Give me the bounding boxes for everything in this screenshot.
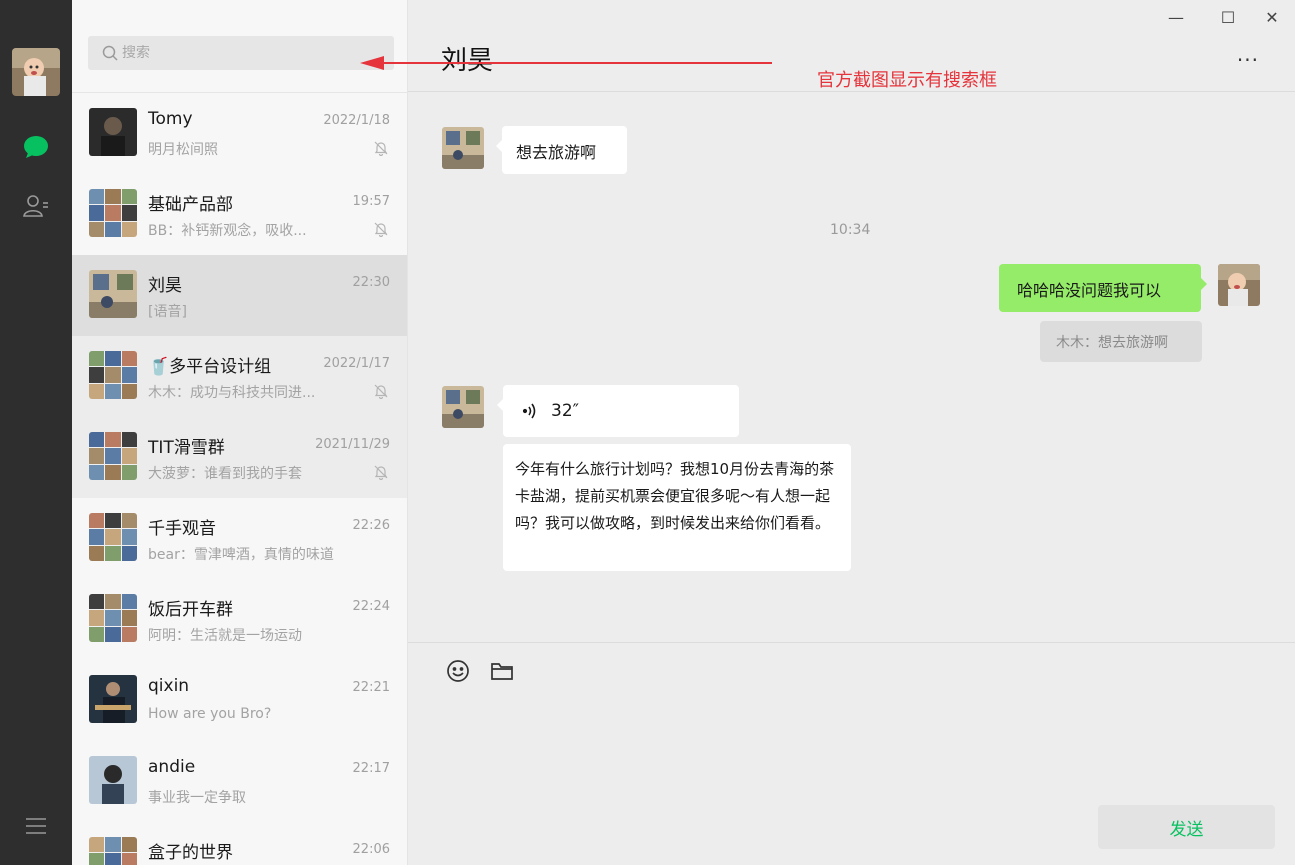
conversation-item[interactable]: andie 22:17 事业我一定争取 <box>72 741 407 822</box>
message-timestamp: 10:34 <box>830 222 871 238</box>
conversation-item[interactable]: 🥤多平台设计组 2022/1/17 木木：成功与科技共同进... <box>72 336 407 417</box>
nav-rail <box>0 0 72 865</box>
conversation-avatar <box>89 270 137 318</box>
message-text: 哈哈哈没问题我可以 <box>1017 281 1162 300</box>
conversation-name: TIT滑雪群 <box>148 438 225 458</box>
quote-text: 木木：想去旅游啊 <box>1056 335 1168 351</box>
conversation-name: qixin <box>148 676 190 696</box>
conversation-time: 22:06 <box>352 842 390 857</box>
contact-avatar[interactable] <box>442 127 484 169</box>
send-button[interactable]: 发送 <box>1098 805 1275 849</box>
conversation-preview: bear：雪津啤酒，真情的味道 <box>148 547 334 563</box>
conversation-name: 盒子的世界 <box>148 843 233 863</box>
minimize-button[interactable]: — <box>1165 6 1187 28</box>
conversation-avatar <box>89 513 137 561</box>
conversation-preview: 大菠萝：谁看到我的手套 <box>148 466 302 482</box>
conversation-item[interactable]: Tomy 2022/1/18 明月松间照 <box>72 93 407 174</box>
chat-pane: 刘昊 ··· — ☐ ✕ 想去旅游啊 10:34 哈哈哈没问题我可以 木木：想去… <box>408 0 1295 865</box>
conversation-preview: 明月松间照 <box>148 142 218 158</box>
conversation-items: Tomy 2022/1/18 明月松间照基础产品部 19:57 BB：补钙新观念，吸收.… <box>72 93 407 865</box>
conversation-avatar <box>89 432 137 480</box>
search-icon <box>102 45 118 61</box>
message-area: 想去旅游啊 10:34 哈哈哈没问题我可以 木木：想去旅游啊 32″ 今年有什么… <box>408 93 1295 641</box>
conversation-name: 千手观音 <box>148 519 216 539</box>
message-bubble-outgoing[interactable]: 哈哈哈没问题我可以 <box>999 264 1207 312</box>
conversation-item[interactable]: 基础产品部 19:57 BB：补钙新观念，吸收... <box>72 174 407 255</box>
maximize-button[interactable]: ☐ <box>1217 6 1239 28</box>
conversation-item[interactable]: 盒子的世界 22:06 <box>72 822 407 865</box>
conversation-avatar <box>89 351 137 399</box>
voice-message-bubble[interactable]: 32″ <box>497 385 739 437</box>
conversation-time: 2022/1/18 <box>323 113 390 128</box>
conversation-name: Tomy <box>148 109 193 129</box>
contacts-nav-icon[interactable] <box>22 192 50 220</box>
conversation-name: 🥤多平台设计组 <box>148 357 272 377</box>
my-message-avatar[interactable] <box>1218 264 1260 306</box>
conversation-avatar <box>89 756 137 804</box>
message-input[interactable] <box>438 703 1268 793</box>
mute-bell-icon <box>373 464 389 481</box>
voice-wave-icon <box>522 403 536 419</box>
annotation-label: 官方截图显示有搜索框 <box>817 70 997 91</box>
mute-bell-icon <box>373 140 389 157</box>
conversation-time: 22:17 <box>352 761 390 776</box>
conversation-avatar <box>89 675 137 723</box>
mute-bell-icon <box>373 221 389 238</box>
message-bubble-incoming[interactable]: 今年有什么旅行计划吗？我想10月份去青海的茶卡盐湖，提前买机票会便宜很多呢～有人… <box>503 444 851 571</box>
conversation-preview: [语音] <box>148 304 187 320</box>
quoted-reply[interactable]: 木木：想去旅游啊 <box>1040 321 1202 362</box>
conversation-preview: 事业我一定争取 <box>148 790 246 806</box>
conversation-name: 基础产品部 <box>148 195 233 215</box>
message-text: 想去旅游啊 <box>516 143 597 162</box>
wechat-window: Tomy 2022/1/18 明月松间照基础产品部 19:57 BB：补钙新观念，吸收.… <box>0 0 1295 865</box>
conversation-time: 22:26 <box>352 518 390 533</box>
conversation-list: Tomy 2022/1/18 明月松间照基础产品部 19:57 BB：补钙新观念，吸收.… <box>72 0 408 865</box>
conversation-preview: How are you Bro? <box>148 706 272 722</box>
conversation-avatar <box>89 594 137 642</box>
conversation-time: 2022/1/17 <box>323 356 390 371</box>
folder-icon[interactable] <box>488 657 516 685</box>
message-text: 今年有什么旅行计划吗？我想10月份去青海的茶卡盐湖，提前买机票会便宜很多呢～有人… <box>515 460 835 532</box>
conversation-time: 22:24 <box>352 599 390 614</box>
chat-nav-icon[interactable] <box>22 133 50 161</box>
annotation-arrow <box>360 56 772 70</box>
conversation-item[interactable]: 千手观音 22:26 bear：雪津啤酒，真情的味道 <box>72 498 407 579</box>
conversation-preview: 阿明：生活就是一场运动 <box>148 628 302 644</box>
message-bubble-incoming[interactable]: 想去旅游啊 <box>496 126 627 174</box>
menu-hamburger-icon[interactable] <box>22 812 50 840</box>
mute-bell-icon <box>373 383 389 400</box>
conversation-avatar <box>89 189 137 237</box>
conversation-item[interactable]: qixin 22:21 How are you Bro? <box>72 660 407 741</box>
my-avatar[interactable] <box>12 48 60 96</box>
conversation-preview: 木木：成功与科技共同进... <box>148 385 316 401</box>
conversation-name: 饭后开车群 <box>148 600 233 620</box>
conversation-avatar <box>89 108 137 156</box>
conversation-preview: BB：补钙新观念，吸收... <box>148 223 307 239</box>
conversation-avatar <box>89 837 137 865</box>
conversation-item[interactable]: 刘昊 22:30 [语音] <box>72 255 407 336</box>
conversation-item[interactable]: 饭后开车群 22:24 阿明：生活就是一场运动 <box>72 579 407 660</box>
conversation-name: andie <box>148 757 196 777</box>
conversation-time: 22:21 <box>352 680 390 695</box>
conversation-time: 19:57 <box>352 194 390 209</box>
search-box[interactable] <box>88 36 394 70</box>
emoji-icon[interactable] <box>444 657 472 685</box>
more-options-button[interactable]: ··· <box>1237 48 1259 72</box>
search-bar <box>72 0 407 93</box>
conversation-time: 22:30 <box>352 275 390 290</box>
contact-avatar[interactable] <box>442 386 484 428</box>
conversation-item[interactable]: TIT滑雪群 2021/11/29 大菠萝：谁看到我的手套 <box>72 417 407 498</box>
voice-duration: 32″ <box>551 401 579 421</box>
search-input[interactable] <box>122 45 362 61</box>
input-area: 发送 <box>408 642 1295 865</box>
close-button[interactable]: ✕ <box>1261 6 1283 28</box>
conversation-time: 2021/11/29 <box>315 437 390 452</box>
conversation-name: 刘昊 <box>148 276 182 296</box>
